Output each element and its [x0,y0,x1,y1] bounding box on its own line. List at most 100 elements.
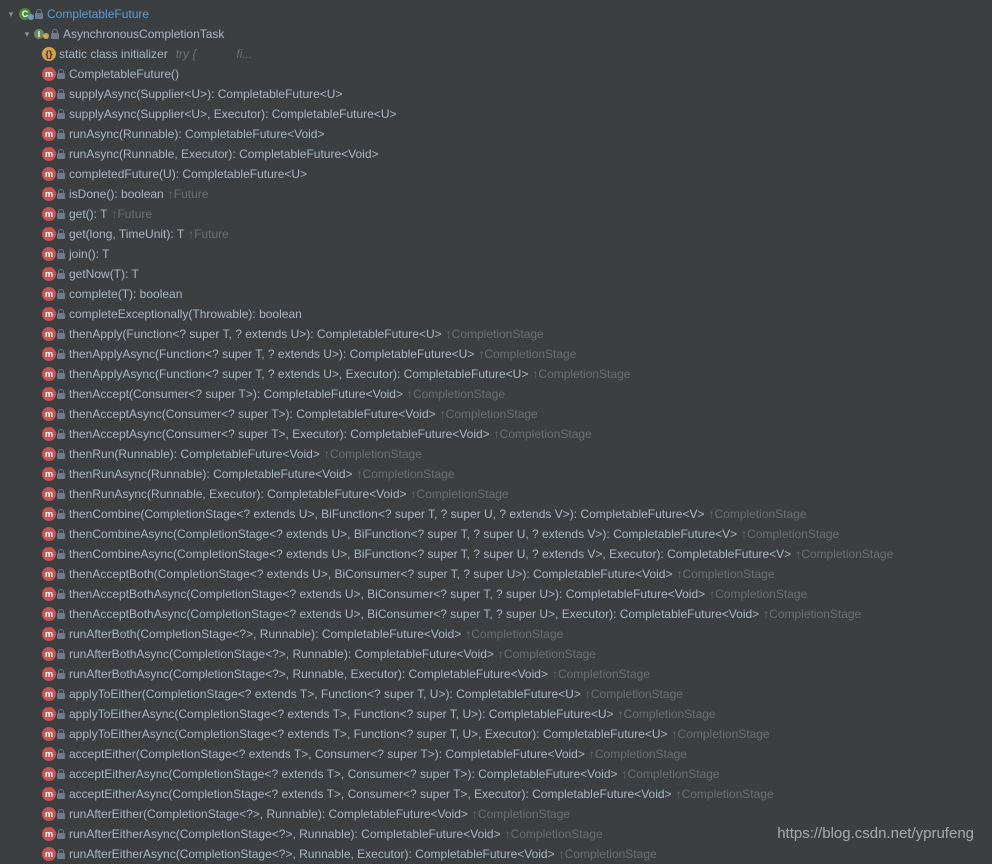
tree-node-method[interactable]: mapplyToEitherAsync(CompletionStage<? ex… [0,704,992,724]
method-signature: thenRunAsync(Runnable): CompletableFutur… [69,467,353,481]
tree-node-method[interactable]: msupplyAsync(Supplier<U>): CompletableFu… [0,84,992,104]
method-signature: runAfterBoth(CompletionStage<?>, Runnabl… [69,627,461,641]
method-signature: runAfterBothAsync(CompletionStage<?>, Ru… [69,667,548,681]
method-icon: m [42,287,56,301]
method-signature: thenRun(Runnable): CompletableFuture<Voi… [69,447,320,461]
method-icon: m [42,647,56,661]
tree-node-method[interactable]: mthenAcceptAsync(Consumer<? super T>, Ex… [0,424,992,444]
tree-node-method[interactable]: macceptEither(CompletionStage<? extends … [0,744,992,764]
tree-node-method[interactable]: mjoin(): T [0,244,992,264]
tree-node-method[interactable]: misDone(): boolean↑Future [0,184,992,204]
inherited-from: CompletionStage [624,707,716,721]
chevron-down-icon[interactable]: ▾ [6,9,16,20]
tree-node-method[interactable]: mthenAcceptAsync(Consumer<? super T>): C… [0,404,992,424]
method-signature: thenAcceptBothAsync(CompletionStage<? ex… [69,607,759,621]
lock-icon [57,229,65,239]
tree-node-method[interactable]: mget(long, TimeUnit): T↑Future [0,224,992,244]
lock-icon [57,829,65,839]
tree-node-interface[interactable]: ▾ I AsynchronousCompletionTask [0,24,992,44]
method-signature: get(long, TimeUnit): T [69,227,184,241]
method-icon: m [42,347,56,361]
method-signature: supplyAsync(Supplier<U>): CompletableFut… [69,87,342,101]
inherited-from: CompletionStage [769,607,861,621]
method-signature: applyToEitherAsync(CompletionStage<? ext… [69,707,614,721]
method-signature: thenApplyAsync(Function<? super T, ? ext… [69,367,528,381]
tree-node-method[interactable]: mcompletedFuture(U): CompletableFuture<U… [0,164,992,184]
lock-icon [57,309,65,319]
method-signature: isDone(): boolean [69,187,164,201]
tree-node-method[interactable]: msupplyAsync(Supplier<U>, Executor): Com… [0,104,992,124]
tree-node-method[interactable]: mCompletableFuture() [0,64,992,84]
method-icon: m [42,547,56,561]
method-icon: m [42,807,56,821]
tree-node-method[interactable]: mapplyToEither(CompletionStage<? extends… [0,684,992,704]
lock-icon [57,749,65,759]
method-signature: thenAcceptBothAsync(CompletionStage<? ex… [69,587,705,601]
tree-node-method[interactable]: mcompleteExceptionally(Throwable): boole… [0,304,992,324]
lock-icon [57,689,65,699]
lock-icon [57,169,65,179]
inherited-from: CompletionStage [471,627,563,641]
tree-node-method[interactable]: mget(): T↑Future [0,204,992,224]
inherited-from: CompletionStage [565,847,657,861]
method-signature: thenApplyAsync(Function<? super T, ? ext… [69,347,474,361]
tree-node-method[interactable]: mthenCombineAsync(CompletionStage<? exte… [0,544,992,564]
tree-node-method[interactable]: mthenAcceptBothAsync(CompletionStage<? e… [0,584,992,604]
tree-node-method[interactable]: mthenAcceptBoth(CompletionStage<? extend… [0,564,992,584]
lock-icon [57,329,65,339]
tree-node-method[interactable]: mthenCombineAsync(CompletionStage<? exte… [0,524,992,544]
tree-node-method[interactable]: m thenApplyAsync(Function<? super T, ? ex… [0,344,992,364]
tree-node-method[interactable]: mthenAccept(Consumer<? super T>): Comple… [0,384,992,404]
method-signature: thenRunAsync(Runnable, Executor): Comple… [69,487,407,501]
inherited-from: CompletionStage [330,447,422,461]
method-signature: runAfterEitherAsync(CompletionStage<?>, … [69,847,555,861]
method-signature: acceptEitherAsync(CompletionStage<? exte… [69,767,618,781]
tree-node-method[interactable]: mapplyToEitherAsync(CompletionStage<? ex… [0,724,992,744]
lock-icon [57,849,65,859]
inherited-from: CompletionStage [538,367,630,381]
inherited-from: Future [117,207,152,221]
class-name: CompletableFuture [47,7,149,21]
lock-icon [57,109,65,119]
method-icon: m [42,267,56,281]
lock-icon [35,9,43,19]
tree-node-method[interactable]: macceptEitherAsync(CompletionStage<? ext… [0,764,992,784]
tree-node-method[interactable]: mthenApply(Function<? super T, ? extends… [0,324,992,344]
tree-node-method[interactable]: mthenCombine(CompletionStage<? extends U… [0,504,992,524]
tree-node-method[interactable]: mrunAfterEither(CompletionStage<?>, Runn… [0,804,992,824]
inherited-from: CompletionStage [417,487,509,501]
method-icon: m [42,67,56,81]
method-icon: m [42,607,56,621]
method-icon: m [42,427,56,441]
chevron-down-icon[interactable]: ▾ [22,29,32,40]
lock-icon [57,609,65,619]
tree-node-method[interactable]: m runAfterBothAsync(CompletionStage<?>, R… [0,644,992,664]
lock-icon [57,769,65,779]
lock-icon [57,809,65,819]
method-signature: thenCombine(CompletionStage<? extends U>… [69,507,704,521]
inherited-from: CompletionStage [715,587,807,601]
tree-node-static-init[interactable]: {} static class initializer try { fi... [0,44,992,64]
tree-node-method[interactable]: mrunAsync(Runnable, Executor): Completab… [0,144,992,164]
tree-node-method[interactable]: m thenAcceptBothAsync(CompletionStage<? e… [0,604,992,624]
inherited-from: CompletionStage [504,647,596,661]
tree-node-class[interactable]: ▾ C CompletableFuture [0,4,992,24]
tree-node-method[interactable]: mcomplete(T): boolean [0,284,992,304]
tree-node-method[interactable]: mgetNow(T): T [0,264,992,284]
interface-icon: I [34,27,50,41]
tree-node-method[interactable]: macceptEitherAsync(CompletionStage<? ext… [0,784,992,804]
lock-icon [57,529,65,539]
tree-node-method[interactable]: mrunAsync(Runnable): CompletableFuture<V… [0,124,992,144]
tree-node-method[interactable]: mthenRun(Runnable): CompletableFuture<Vo… [0,444,992,464]
tree-node-method[interactable]: mrunAfterBothAsync(CompletionStage<?>, R… [0,664,992,684]
tree-node-method[interactable]: mrunAfterBoth(CompletionStage<?>, Runnab… [0,624,992,644]
tree-node-method[interactable]: mthenApplyAsync(Function<? super T, ? ex… [0,364,992,384]
inherited-from: CompletionStage [591,687,683,701]
tree-node-method[interactable]: mthenRunAsync(Runnable): CompletableFutu… [0,464,992,484]
method-signature: runAfterEitherAsync(CompletionStage<?>, … [69,827,501,841]
lock-icon [57,89,65,99]
tree-node-method[interactable]: mrunAfterEitherAsync(CompletionStage<?>,… [0,844,992,864]
tree-node-method[interactable]: mthenRunAsync(Runnable, Executor): Compl… [0,484,992,504]
lock-icon [57,129,65,139]
method-signature: runAfterBothAsync(CompletionStage<?>, Ru… [69,647,494,661]
